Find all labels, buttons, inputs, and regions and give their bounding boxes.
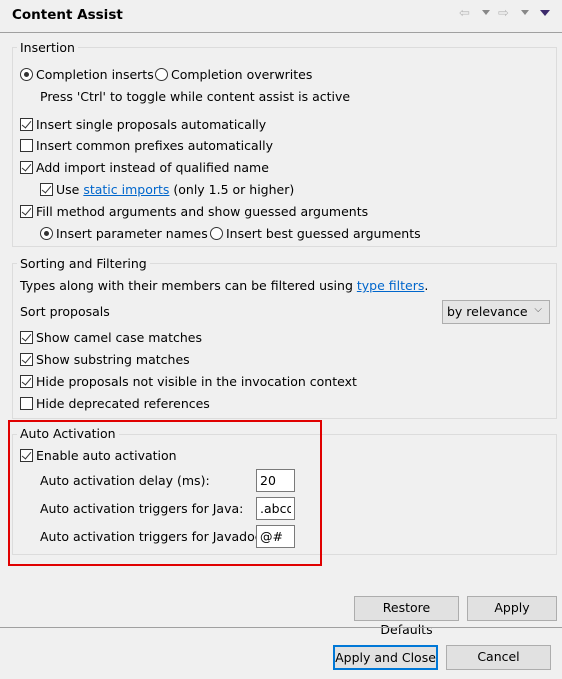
add-import-label[interactable]: Add import instead of qualified name [36, 160, 269, 175]
camel-case-checkbox[interactable] [20, 331, 33, 344]
hide-deprecated-label[interactable]: Hide deprecated references [36, 396, 210, 411]
best-guessed-label[interactable]: Insert best guessed arguments [226, 226, 421, 241]
view-menu-icon[interactable] [540, 10, 550, 16]
insert-common-checkbox[interactable] [20, 139, 33, 152]
fill-arguments-label[interactable]: Fill method arguments and show guessed a… [36, 204, 368, 219]
parameter-names-label[interactable]: Insert parameter names [56, 226, 208, 241]
best-guessed-radio[interactable] [210, 227, 223, 240]
insert-single-checkbox[interactable] [20, 118, 33, 131]
fill-arguments-checkbox[interactable] [20, 205, 33, 218]
chevron-down-icon: ⌵ [534, 304, 542, 315]
completion-overwrites-label[interactable]: Completion overwrites [171, 67, 312, 82]
type-filters-description: Types along with their members can be fi… [20, 278, 428, 293]
restore-defaults-button[interactable]: Restore Defaults [354, 596, 459, 637]
insertion-legend: Insertion [17, 40, 78, 55]
sort-proposals-select[interactable]: by relevance ⌵ [442, 300, 550, 324]
use-static-imports-checkbox[interactable] [40, 183, 53, 196]
type-filters-link[interactable]: type filters [357, 278, 425, 293]
forward-dropdown-icon[interactable] [521, 10, 529, 15]
sort-value: by relevance [447, 304, 528, 319]
footer-divider [0, 627, 562, 628]
desc-suffix: . [424, 278, 429, 293]
insert-common-label[interactable]: Insert common prefixes automatically [36, 138, 273, 153]
highlight-box [8, 420, 322, 566]
hide-not-visible-checkbox[interactable] [20, 375, 33, 388]
add-import-checkbox[interactable] [20, 161, 33, 174]
header-divider [0, 32, 562, 33]
sort-proposals-label: Sort proposals [20, 304, 110, 319]
camel-case-label[interactable]: Show camel case matches [36, 330, 202, 345]
desc-prefix: Types along with their members can be fi… [20, 278, 357, 293]
substring-checkbox[interactable] [20, 353, 33, 366]
completion-inserts-radio[interactable] [20, 68, 33, 81]
insert-single-label[interactable]: Insert single proposals automatically [36, 117, 266, 132]
parameter-names-radio[interactable] [40, 227, 53, 240]
completion-overwrites-radio[interactable] [155, 68, 168, 81]
back-arrow-icon[interactable]: ⇦ [459, 6, 470, 21]
use-prefix: Use [56, 182, 84, 197]
apply-button[interactable]: Apply [467, 596, 557, 621]
hide-deprecated-checkbox[interactable] [20, 397, 33, 410]
use-suffix: (only 1.5 or higher) [169, 182, 295, 197]
sorting-legend: Sorting and Filtering [17, 256, 150, 271]
use-static-imports-label: Use static imports (only 1.5 or higher) [56, 182, 294, 197]
forward-arrow-icon[interactable]: ⇨ [498, 6, 509, 21]
cancel-button[interactable]: Cancel [446, 645, 551, 670]
static-imports-link[interactable]: static imports [83, 182, 169, 197]
completion-inserts-label[interactable]: Completion inserts [36, 67, 154, 82]
apply-and-close-button[interactable]: Apply and Close [333, 645, 438, 670]
back-dropdown-icon[interactable] [482, 10, 490, 15]
toggle-hint: Press 'Ctrl' to toggle while content ass… [40, 89, 351, 104]
hide-not-visible-label[interactable]: Hide proposals not visible in the invoca… [36, 374, 357, 389]
page-title: Content Assist [12, 7, 123, 23]
substring-label[interactable]: Show substring matches [36, 352, 190, 367]
